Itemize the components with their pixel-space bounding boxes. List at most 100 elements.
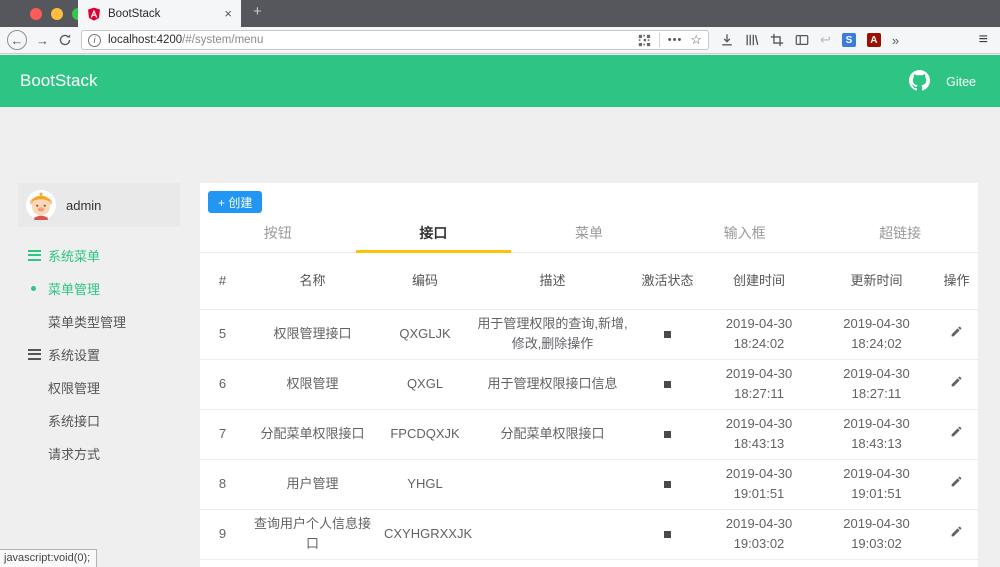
new-tab-button[interactable]: + xyxy=(253,3,262,20)
selenium-extension-icon[interactable]: S xyxy=(841,33,856,47)
cell-created: 2019-04-30 18:24:02 xyxy=(725,316,793,351)
menu-group-icon xyxy=(28,249,41,264)
overflow-menu-icon[interactable]: » xyxy=(892,33,899,48)
sidebar-item-label: 请求方式 xyxy=(48,447,101,462)
col-header-updated: 更新时间 xyxy=(850,273,903,289)
cell-code: YHGL xyxy=(407,476,443,491)
content-card: + 创建 按钮 接口 菜单 输入框 超链接 # 名称 编码 描述 激活状态 创建… xyxy=(200,183,978,567)
bookmark-star-icon[interactable]: ☆ xyxy=(690,32,702,48)
app-brand: BootStack xyxy=(20,71,98,90)
cell-name: 权限管理 xyxy=(286,376,339,391)
tab-hyperlink[interactable]: 超链接 xyxy=(822,213,978,252)
adobe-pdf-extension-icon[interactable]: A xyxy=(866,33,881,47)
user-panel[interactable]: admin xyxy=(18,183,180,227)
address-bar[interactable]: i localhost:4200/#/system/menu ••• ☆ xyxy=(81,30,709,50)
undo-extension-icon[interactable]: ↩ xyxy=(820,32,831,48)
cell-created: 2019-04-30 19:01:51 xyxy=(725,466,793,501)
cell-desc: 用于管理权限的查询,新增,修改,删除操作 xyxy=(477,316,628,351)
edit-icon[interactable] xyxy=(950,424,963,444)
cell-index: 8 xyxy=(218,476,227,491)
cell-active xyxy=(635,409,700,459)
sidebar-item-menu-type-manage[interactable]: 菜单类型管理 xyxy=(0,305,200,338)
app-header: BootStack Gitee xyxy=(0,55,1000,107)
github-icon[interactable] xyxy=(909,70,930,91)
col-header-name: 名称 xyxy=(299,273,326,289)
col-header-actions: 操作 xyxy=(943,273,970,289)
cell-code: QXGL xyxy=(406,376,444,391)
col-header-code: 编码 xyxy=(411,273,438,289)
link-status-bar: javascript:void(0); xyxy=(0,549,98,567)
url-host: localhost:4200 xyxy=(108,34,183,46)
hamburger-menu-icon[interactable]: ≡ xyxy=(979,31,988,49)
page-actions-icon[interactable]: ••• xyxy=(668,34,683,46)
sidebar-menu: 系统菜单 菜单管理 菜单类型管理 系统设置 权限管理 系统接口 请求方式 xyxy=(0,239,200,470)
tab-button[interactable]: 按钮 xyxy=(200,213,356,252)
active-status-indicator xyxy=(664,431,671,438)
cell-index: 5 xyxy=(218,326,227,341)
cell-active xyxy=(635,359,700,409)
edit-icon[interactable] xyxy=(950,474,963,494)
sidebar-item-system-settings[interactable]: 系统设置 xyxy=(0,338,200,371)
tab-api[interactable]: 接口 xyxy=(355,213,512,253)
api-table: # 名称 编码 描述 激活状态 创建时间 更新时间 操作 5 权限管理接口 QX xyxy=(200,253,978,560)
close-tab-icon[interactable]: × xyxy=(224,7,232,20)
browser-toolbar: ← → i localhost:4200/#/system/menu ••• ☆… xyxy=(0,27,1000,54)
library-icon[interactable] xyxy=(745,33,759,47)
cell-code: CXYHGRXXJK xyxy=(384,526,473,541)
downloads-icon[interactable] xyxy=(720,33,734,47)
sidebar-toggle-icon[interactable] xyxy=(795,33,809,47)
reload-button[interactable] xyxy=(58,33,72,47)
edit-icon[interactable] xyxy=(950,524,963,544)
cell-updated: 2019-04-30 19:03:02 xyxy=(843,516,910,551)
minimize-window-button[interactable] xyxy=(51,8,63,20)
page-action-grid-icon[interactable] xyxy=(638,34,651,47)
table-row: 7 分配菜单权限接口 FPCDQXJK 分配菜单权限接口 2019-04-30 1… xyxy=(200,409,978,459)
cell-actions xyxy=(935,459,978,509)
cell-updated: 2019-04-30 18:24:02 xyxy=(843,316,910,351)
sidebar-item-label: 系统接口 xyxy=(48,414,101,429)
col-header-index: # xyxy=(218,273,227,289)
edit-icon[interactable] xyxy=(950,324,963,344)
active-status-indicator xyxy=(664,531,671,538)
tab-title: BootStack xyxy=(108,7,161,20)
gitee-link[interactable]: Gitee xyxy=(946,75,976,89)
username: admin xyxy=(66,197,102,213)
tab-menu[interactable]: 菜单 xyxy=(511,213,667,252)
cell-name: 用户管理 xyxy=(286,476,339,491)
sidebar-item-system-api[interactable]: 系统接口 xyxy=(0,404,200,437)
site-info-icon[interactable]: i xyxy=(88,33,101,47)
table-row: 9 查询用户个人信息接口 CXYHGRXXJK 2019-04-30 19:03:… xyxy=(200,509,978,559)
cell-created: 2019-04-30 18:43:13 xyxy=(725,416,793,451)
cell-index: 9 xyxy=(218,526,227,541)
col-header-active: 激活状态 xyxy=(641,273,694,289)
screenshot-icon[interactable] xyxy=(770,33,784,47)
sidebar-item-label: 菜单类型管理 xyxy=(48,315,127,330)
cell-code: QXGLJK xyxy=(399,326,451,341)
browser-tab[interactable]: BootStack × xyxy=(78,0,241,27)
back-button[interactable]: ← xyxy=(7,30,27,50)
sidebar-item-permission-manage[interactable]: 权限管理 xyxy=(0,371,200,404)
sidebar-item-menu-manage[interactable]: 菜单管理 xyxy=(0,272,200,305)
sidebar-item-request-method[interactable]: 请求方式 xyxy=(0,437,200,470)
cell-desc xyxy=(470,509,635,559)
sidebar-item-system-menu[interactable]: 系统菜单 xyxy=(0,239,200,272)
active-status-indicator xyxy=(664,331,671,338)
close-window-button[interactable] xyxy=(30,8,42,20)
edit-icon[interactable] xyxy=(950,374,963,394)
avatar xyxy=(26,190,56,220)
cell-index: 6 xyxy=(218,376,227,391)
create-button[interactable]: + 创建 xyxy=(208,191,263,213)
cell-name: 查询用户个人信息接口 xyxy=(253,516,371,551)
back-icon: ← xyxy=(10,32,24,48)
page-body: admin 系统菜单 菜单管理 菜单类型管理 系统设置 权限管理 系统接口 请求… xyxy=(0,107,1000,567)
tab-input[interactable]: 输入框 xyxy=(667,213,823,252)
table-row: 6 权限管理 QXGL 用于管理权限接口信息 2019-04-30 18:27:1… xyxy=(200,359,978,409)
forward-button[interactable]: → xyxy=(36,34,49,47)
active-status-indicator xyxy=(664,381,671,388)
cell-index: 7 xyxy=(218,426,227,441)
browser-tabstrip: BootStack × + xyxy=(0,0,1000,27)
angular-icon xyxy=(88,7,100,21)
table-row: 8 用户管理 YHGL 2019-04-30 19:01:51 2019-04-3… xyxy=(200,459,978,509)
cell-active xyxy=(635,309,700,359)
col-header-desc: 描述 xyxy=(539,273,566,289)
